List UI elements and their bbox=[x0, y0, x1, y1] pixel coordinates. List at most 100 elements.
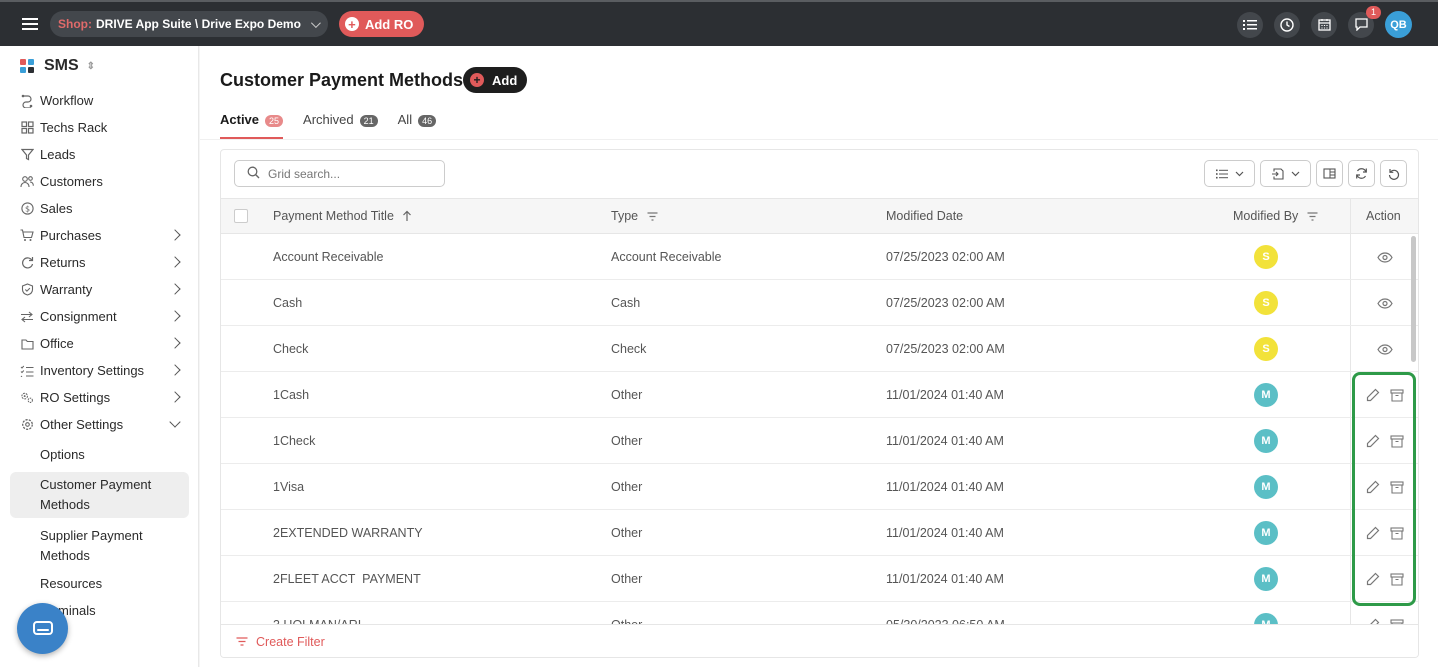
sidebar-item-leads[interactable]: Leads bbox=[0, 141, 199, 168]
sidebar-subitem-customer-payment-methods[interactable]: Customer Payment Methods bbox=[10, 472, 189, 518]
table-row[interactable]: 1Check Other 11/01/2024 01:40 AM M bbox=[221, 418, 1418, 464]
tab-label: Active bbox=[220, 112, 260, 127]
sidebar-item-office[interactable]: Office bbox=[0, 330, 199, 357]
column-header-label: Payment Method Title bbox=[273, 209, 394, 223]
columns-panel-button[interactable] bbox=[1316, 160, 1343, 187]
grid-header: Payment Method Title Type Modified Date … bbox=[221, 198, 1418, 234]
avatar: M bbox=[1254, 567, 1278, 591]
sidebar-item-ro-settings[interactable]: RO Settings bbox=[0, 384, 199, 411]
tab-active[interactable]: Active 25 bbox=[220, 112, 284, 139]
table-row[interactable]: 2EXTENDED WARRANTY Other 11/01/2024 01:4… bbox=[221, 510, 1418, 556]
sidebar-subitem-supplier-payment-methods[interactable]: Supplier Payment Methods bbox=[0, 526, 150, 566]
table-row[interactable]: Cash Cash 07/25/2023 02:00 AM S bbox=[221, 280, 1418, 326]
grid-scrollbar[interactable] bbox=[1411, 236, 1416, 362]
table-row[interactable]: 1Visa Other 11/01/2024 01:40 AM M bbox=[221, 464, 1418, 510]
table-row[interactable]: Check Check 07/25/2023 02:00 AM S bbox=[221, 326, 1418, 372]
add-button[interactable]: + Add bbox=[463, 67, 528, 93]
funnel-icon bbox=[20, 148, 34, 162]
data-grid: Grid search... Payment Method Title Type… bbox=[220, 149, 1419, 658]
tab-count-badge: 25 bbox=[265, 115, 284, 127]
cell-title: 1Cash bbox=[273, 388, 310, 402]
top-bar: Shop: DRIVE App Suite \ Drive Expo Demo … bbox=[0, 0, 1438, 46]
sidebar-item-label: Returns bbox=[40, 255, 86, 270]
gear-icon bbox=[20, 418, 34, 432]
sidebar-item-warranty[interactable]: Warranty bbox=[0, 276, 199, 303]
notification-badge: 1 bbox=[1366, 5, 1381, 19]
chat-icon[interactable]: 1 bbox=[1348, 5, 1381, 38]
table-row[interactable]: Account Receivable Account Receivable 07… bbox=[221, 234, 1418, 280]
column-header-label: Modified Date bbox=[886, 209, 964, 223]
cell-title: 2EXTENDED WARRANTY bbox=[273, 526, 423, 540]
cart-icon bbox=[20, 229, 34, 243]
grid-footer: Create Filter bbox=[221, 624, 1418, 657]
grid-search-input[interactable]: Grid search... bbox=[234, 160, 445, 187]
create-filter-link[interactable]: Create Filter bbox=[256, 635, 325, 649]
sidebar-item-label: Inventory Settings bbox=[40, 363, 145, 378]
filter-icon[interactable] bbox=[1307, 211, 1318, 221]
sidebar-item-consignment[interactable]: Consignment bbox=[0, 303, 199, 330]
reset-button[interactable] bbox=[1380, 160, 1407, 187]
column-view-dropdown[interactable] bbox=[1204, 160, 1255, 187]
sidebar-item-sales[interactable]: $ Sales bbox=[0, 195, 199, 222]
clock-icon[interactable] bbox=[1274, 11, 1300, 38]
column-header-modified-by[interactable]: Modified By bbox=[1233, 209, 1318, 223]
chevron-down-icon bbox=[1235, 171, 1243, 176]
column-header-type[interactable]: Type bbox=[611, 209, 658, 223]
sidebar-item-purchases[interactable]: Purchases bbox=[0, 222, 199, 249]
filter-icon[interactable] bbox=[647, 211, 658, 221]
workflow-icon bbox=[20, 94, 34, 108]
table-row[interactable]: 1Cash Other 11/01/2024 01:40 AM M bbox=[221, 372, 1418, 418]
search-icon bbox=[247, 166, 260, 182]
list-icon[interactable] bbox=[1237, 11, 1263, 38]
add-button-label: Add bbox=[492, 72, 518, 88]
brand-switcher[interactable]: SMS ⇕ bbox=[20, 57, 95, 75]
sidebar-item-other-settings[interactable]: Other Settings bbox=[0, 411, 199, 438]
avatar: M bbox=[1254, 521, 1278, 545]
sidebar-subitem-resources[interactable]: Resources bbox=[0, 570, 199, 597]
panel-icon bbox=[1323, 168, 1336, 179]
dollar-icon: $ bbox=[20, 202, 34, 216]
sidebar-item-returns[interactable]: Returns bbox=[0, 249, 199, 276]
eye-icon[interactable] bbox=[1377, 249, 1393, 265]
sidebar-item-workflow[interactable]: Workflow bbox=[0, 87, 199, 114]
export-dropdown[interactable] bbox=[1260, 160, 1311, 187]
avatar: M bbox=[1254, 429, 1278, 453]
sidebar-item-inventory-settings[interactable]: Inventory Settings bbox=[0, 357, 199, 384]
column-header-modified-date[interactable]: Modified Date bbox=[886, 209, 963, 223]
sidebar-subitem-options[interactable]: Options bbox=[0, 441, 199, 468]
sidebar-item-label: Other Settings bbox=[40, 417, 124, 432]
sidebar-item-label: Workflow bbox=[40, 93, 94, 108]
add-ro-button[interactable]: + Add RO bbox=[338, 11, 425, 37]
tab-all[interactable]: All 46 bbox=[397, 112, 437, 139]
eye-icon[interactable] bbox=[1377, 295, 1393, 311]
sidebar-item-label: Sales bbox=[40, 201, 73, 216]
support-chat-button[interactable] bbox=[17, 603, 68, 654]
calendar-icon[interactable] bbox=[1311, 11, 1337, 38]
eye-icon[interactable] bbox=[1377, 341, 1393, 357]
tab-label: All bbox=[397, 112, 413, 127]
export-icon bbox=[1272, 167, 1284, 180]
table-row[interactable]: 2FLEET ACCT PAYMENT Other 11/01/2024 01:… bbox=[221, 556, 1418, 602]
grid-toolbar bbox=[1199, 160, 1407, 187]
shop-selector[interactable]: Shop: DRIVE App Suite \ Drive Expo Demo bbox=[50, 11, 328, 37]
sidebar-item-customers[interactable]: Customers bbox=[0, 168, 199, 195]
grid-icon bbox=[20, 121, 34, 135]
sidebar-item-label: Office bbox=[40, 336, 74, 351]
cell-type: Other bbox=[611, 526, 643, 540]
tab-archived[interactable]: Archived 21 bbox=[303, 112, 378, 139]
select-all-checkbox[interactable] bbox=[234, 209, 248, 223]
sidebar-item-techs-rack[interactable]: Techs Rack bbox=[0, 114, 199, 141]
cell-title: 1Check bbox=[273, 434, 316, 448]
sidebar-item-label: Consignment bbox=[40, 309, 117, 324]
user-avatar[interactable]: QB bbox=[1385, 11, 1412, 38]
gears-icon bbox=[20, 391, 34, 405]
avatar: S bbox=[1254, 291, 1278, 315]
refresh-button[interactable] bbox=[1348, 160, 1375, 187]
folder-icon bbox=[20, 337, 34, 351]
plus-icon: + bbox=[470, 73, 484, 87]
cell-type: Other bbox=[611, 434, 643, 448]
column-header-title[interactable]: Payment Method Title bbox=[273, 209, 412, 223]
sort-ascending-icon[interactable] bbox=[402, 210, 412, 222]
sidebar-item-label: Techs Rack bbox=[40, 120, 108, 135]
cell-type: Check bbox=[611, 342, 647, 356]
